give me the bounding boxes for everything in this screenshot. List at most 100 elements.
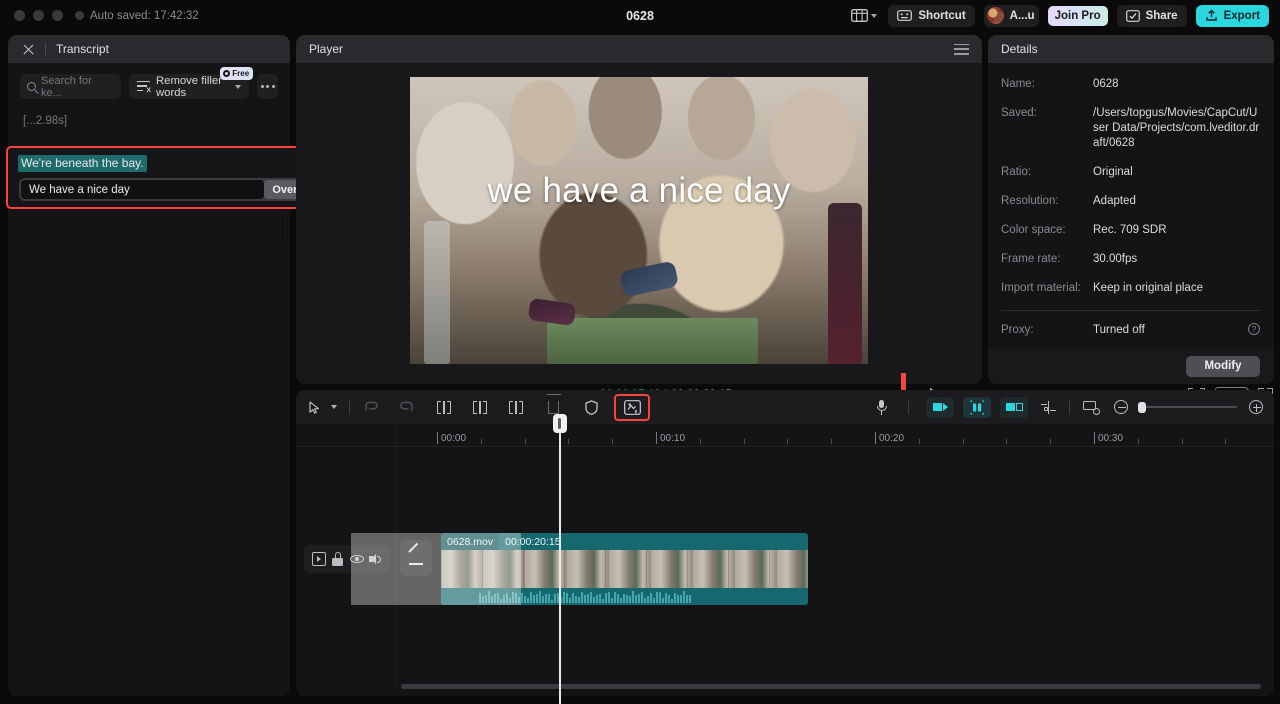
layout-switch-button[interactable] (849, 5, 879, 27)
zoom-slider[interactable] (1138, 397, 1237, 417)
modify-button[interactable]: Modify (1186, 355, 1260, 377)
playhead-handle[interactable] (552, 414, 567, 433)
auto-cut-icon (932, 403, 942, 411)
waveform-bar (683, 591, 685, 603)
maximize-window-button[interactable] (52, 10, 63, 21)
waveform-bar (497, 592, 499, 603)
waveform-bar (599, 594, 601, 603)
more-options-button[interactable] (257, 74, 278, 99)
video-preview[interactable]: we have a nice day (410, 77, 868, 364)
pro-crown-icon (223, 70, 231, 77)
waveform-bar (551, 599, 553, 603)
remove-filler-words-label: Remove filler words (156, 74, 222, 99)
transcript-segment-highlighted[interactable]: We're beneath the bay. We have a nice da… (6, 146, 339, 209)
waveform-bar (548, 593, 550, 603)
search-input[interactable]: Search for ke... (20, 74, 121, 99)
details-value: Keep in original place (1093, 282, 1203, 294)
minimize-window-button[interactable] (33, 10, 44, 21)
divider (908, 400, 909, 414)
slider-thumb[interactable] (1138, 401, 1146, 413)
adjust-button[interactable] (1041, 397, 1056, 417)
split-button[interactable] (437, 397, 451, 417)
player-header: Player (296, 35, 982, 63)
timeline-clip[interactable]: 0628.mov 00:00:20:15 (441, 533, 808, 605)
undo-button[interactable] (363, 397, 379, 417)
track-preview-toggle[interactable] (311, 552, 326, 566)
select-cursor-tool[interactable] (309, 397, 320, 417)
transcript-edit-input[interactable]: We have a nice day (21, 180, 264, 199)
remove-filler-words-button[interactable]: x Remove filler words Free (129, 67, 254, 99)
waveform-bar (509, 598, 511, 603)
transcript-toolbar: Search for ke... x Remove filler words F… (8, 63, 290, 99)
waveform-bar (584, 594, 586, 603)
waveform-bar (503, 594, 505, 603)
microphone-icon (876, 399, 887, 415)
details-panel: Details Name: 0628 Saved: /Users/topgus/… (988, 35, 1274, 384)
share-label: Share (1145, 9, 1178, 22)
waveform-bar (626, 595, 628, 603)
details-key: Resolution: (1001, 195, 1059, 207)
timeline-panel: 00:0000:1000:2000:3000:40 0628.mov 00:00… (296, 390, 1274, 704)
waveform-bar (506, 593, 508, 603)
ruler-major-tick (656, 432, 657, 444)
auto-beat-button[interactable] (963, 396, 991, 418)
edit-clip-button[interactable] (400, 540, 432, 576)
waveform-bar (611, 597, 613, 603)
tool-dropdown-button[interactable] (331, 397, 337, 417)
video-object-bottle-left (424, 220, 450, 364)
waveform-bar (566, 593, 568, 603)
pencil-edit-icon (408, 542, 424, 566)
audio-separate-icon (623, 399, 641, 415)
timeline-toolbar (296, 390, 1274, 424)
auto-trim-icon (1005, 403, 1015, 411)
details-key: Name: (1001, 78, 1035, 90)
ruler-major-tick (437, 432, 438, 444)
close-icon[interactable] (22, 43, 35, 56)
join-pro-button[interactable]: Join Pro (1047, 5, 1108, 26)
mask-button[interactable] (585, 397, 598, 417)
details-row: Ratio: Original (988, 165, 1274, 180)
waveform-bar (596, 595, 598, 603)
zoom-in-button[interactable] (1249, 397, 1263, 417)
redo-button[interactable] (399, 397, 415, 417)
capcut-editor-window: Auto saved: 17:42:32 0628 Shortcut A...u… (0, 0, 1280, 704)
timeline-horizontal-scrollbar[interactable] (401, 684, 1261, 689)
waveform-bar (587, 594, 589, 603)
shortcut-button[interactable]: Shortcut (888, 4, 975, 27)
details-header: Details (988, 35, 1274, 63)
export-button[interactable]: Export (1195, 4, 1269, 27)
undo-icon (365, 401, 378, 412)
ruler-label: 00:20 (879, 433, 905, 444)
auto-trim-button[interactable] (1000, 396, 1028, 418)
hamburger-menu-icon[interactable] (954, 43, 969, 55)
chevron-down-icon (871, 13, 878, 18)
close-window-button[interactable] (14, 10, 25, 21)
waveform-bar (617, 593, 619, 603)
zoom-out-button[interactable] (1114, 397, 1128, 417)
share-button[interactable]: Share (1116, 4, 1187, 27)
waveform-bar (674, 592, 676, 603)
track-lock-toggle[interactable] (331, 552, 345, 566)
waveform-bar (605, 592, 607, 603)
ruler-major-tick (1094, 432, 1095, 444)
audio-mixer-button[interactable] (614, 393, 650, 421)
window-traffic-lights[interactable] (14, 10, 63, 21)
details-key: Color space: (1001, 224, 1066, 236)
waveform-bar (662, 597, 664, 603)
waveform-bar (521, 592, 523, 603)
trim-right-button[interactable] (509, 397, 523, 417)
ruler-minor-tick (699, 439, 701, 444)
record-voiceover-button[interactable] (876, 397, 887, 417)
track-visibility-toggle[interactable] (349, 552, 364, 566)
account-button[interactable]: A...u (983, 4, 1039, 27)
auto-cut-button[interactable] (926, 396, 954, 418)
timeline-playhead[interactable] (552, 414, 567, 704)
waveform-bar (659, 592, 661, 603)
track-mute-toggle[interactable] (368, 552, 383, 566)
autosave-dot-icon (75, 11, 84, 20)
timeline-ruler[interactable]: 00:0000:1000:2000:3000:40 (296, 424, 1274, 447)
trim-left-button[interactable] (473, 397, 487, 417)
waveform-bar (638, 594, 640, 603)
snap-preview-button[interactable] (1083, 397, 1100, 417)
help-circle-icon[interactable]: ? (1248, 323, 1260, 335)
